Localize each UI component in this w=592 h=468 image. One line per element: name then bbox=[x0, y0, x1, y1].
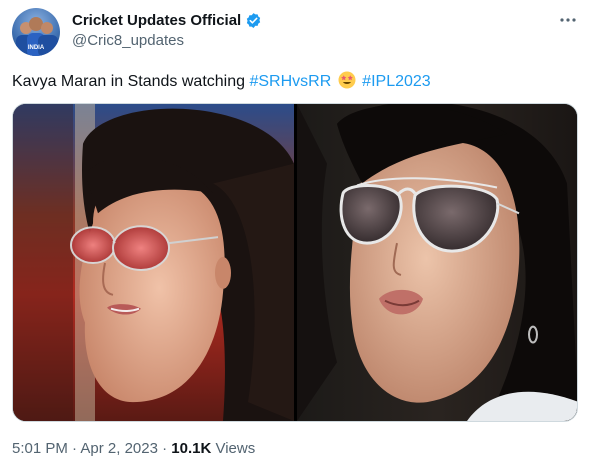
media-photo-right[interactable] bbox=[297, 104, 577, 421]
views-count[interactable]: 10.1K bbox=[171, 440, 211, 457]
hashtag-ipl2023-link[interactable]: #IPL2023 bbox=[362, 73, 431, 90]
tweet-meta: 5:01 PM · Apr 2, 2023 · 10.1K Views bbox=[12, 440, 255, 457]
views-label: Views bbox=[211, 440, 256, 457]
verified-badge-icon bbox=[245, 12, 262, 29]
star-struck-emoji-icon bbox=[338, 71, 356, 89]
meta-separator: · bbox=[157, 440, 172, 457]
more-options-icon[interactable] bbox=[558, 10, 578, 30]
author-avatar[interactable]: INDIA bbox=[12, 8, 60, 56]
tweet-text: Kavya Maran in Stands watching #SRHvsRR … bbox=[12, 71, 431, 92]
author-name-row[interactable]: Cricket Updates Official bbox=[72, 11, 262, 29]
meta-separator: · bbox=[67, 440, 81, 457]
media-photo-left[interactable] bbox=[13, 104, 294, 421]
tweet-time[interactable]: 5:01 PM bbox=[12, 440, 68, 457]
avatar-jersey-text: INDIA bbox=[28, 45, 45, 51]
author-display-name[interactable]: Cricket Updates Official bbox=[72, 12, 241, 29]
hashtag-srhvsrr-link[interactable]: #SRHvsRR bbox=[249, 73, 331, 90]
tweet-date[interactable]: Apr 2, 2023 bbox=[80, 440, 158, 457]
author-handle[interactable]: @Cric8_updates bbox=[72, 32, 184, 49]
tweet-card[interactable]: INDIA Cricket Updates Official @Cric8_up… bbox=[0, 0, 592, 468]
media-grid[interactable] bbox=[12, 103, 578, 422]
tweet-text-body: Kavya Maran in Stands watching bbox=[12, 73, 250, 90]
